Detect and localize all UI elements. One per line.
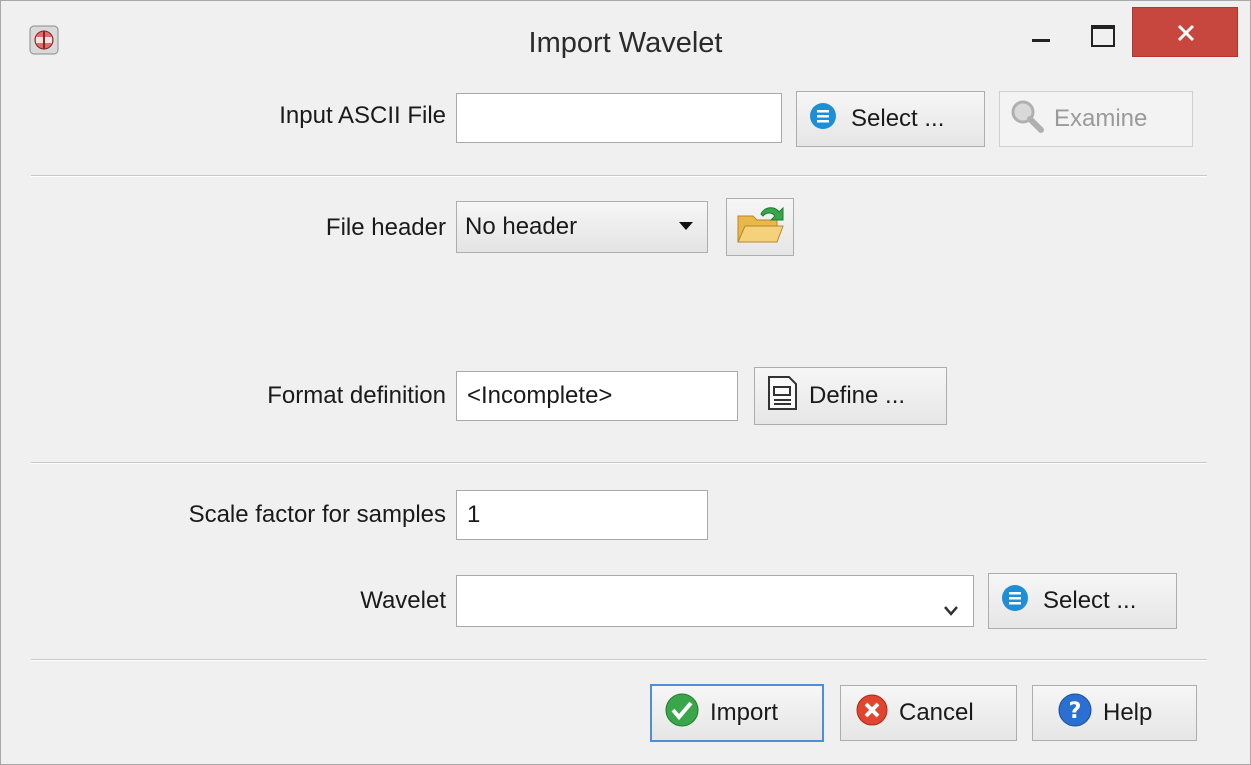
help-button-label: Help (1103, 699, 1153, 726)
magnifier-icon (1010, 99, 1044, 140)
scale-factor-field[interactable]: 1 (456, 490, 708, 540)
close-icon[interactable] (1132, 7, 1238, 57)
separator-3 (31, 659, 1207, 661)
define-button[interactable]: Define ... (754, 367, 947, 425)
define-button-label: Define ... (809, 382, 906, 409)
wavelet-select-button[interactable]: Select ... (988, 573, 1177, 629)
file-header-dropdown[interactable]: No header (456, 201, 708, 253)
input-file-field[interactable] (456, 93, 782, 143)
file-header-selected: No header (465, 213, 578, 240)
import-button[interactable]: Import (650, 684, 824, 742)
checkmark-icon (664, 692, 700, 735)
cancel-button[interactable]: Cancel (840, 685, 1017, 741)
wavelet-combo[interactable] (456, 575, 974, 627)
chevron-down-icon[interactable] (943, 596, 959, 624)
minimize-icon[interactable] (1016, 9, 1066, 57)
list-icon (1001, 584, 1029, 619)
format-definition-label: Format definition (267, 382, 446, 409)
folder-open-icon (735, 202, 785, 253)
svg-text:?: ? (1069, 699, 1082, 724)
examine-button-label: Examine (1054, 105, 1148, 132)
import-button-label: Import (710, 699, 779, 726)
help-icon: ? (1057, 692, 1093, 735)
list-icon (809, 102, 837, 137)
input-file-label: Input ASCII File (279, 102, 446, 129)
cancel-button-label: Cancel (899, 699, 974, 726)
chevron-down-icon (679, 222, 693, 230)
wavelet-label: Wavelet (360, 587, 446, 614)
help-button[interactable]: ? Help (1032, 685, 1197, 741)
scale-factor-label: Scale factor for samples (188, 501, 446, 528)
import-wavelet-dialog: Import Wavelet Input ASCII File Select .… (0, 0, 1251, 765)
maximize-icon[interactable] (1076, 9, 1126, 57)
examine-button[interactable]: Examine (999, 91, 1193, 147)
separator-2 (31, 462, 1207, 464)
format-definition-field[interactable]: <Incomplete> (456, 371, 738, 421)
input-file-select-button[interactable]: Select ... (796, 91, 985, 147)
document-icon (765, 375, 799, 418)
separator-1 (31, 175, 1207, 177)
select-button-label: Select ... (1043, 587, 1137, 614)
open-header-button[interactable] (726, 198, 794, 256)
select-button-label: Select ... (851, 105, 945, 132)
cancel-icon (855, 693, 889, 734)
title-bar[interactable]: Import Wavelet (1, 1, 1250, 89)
file-header-label: File header (325, 214, 446, 241)
